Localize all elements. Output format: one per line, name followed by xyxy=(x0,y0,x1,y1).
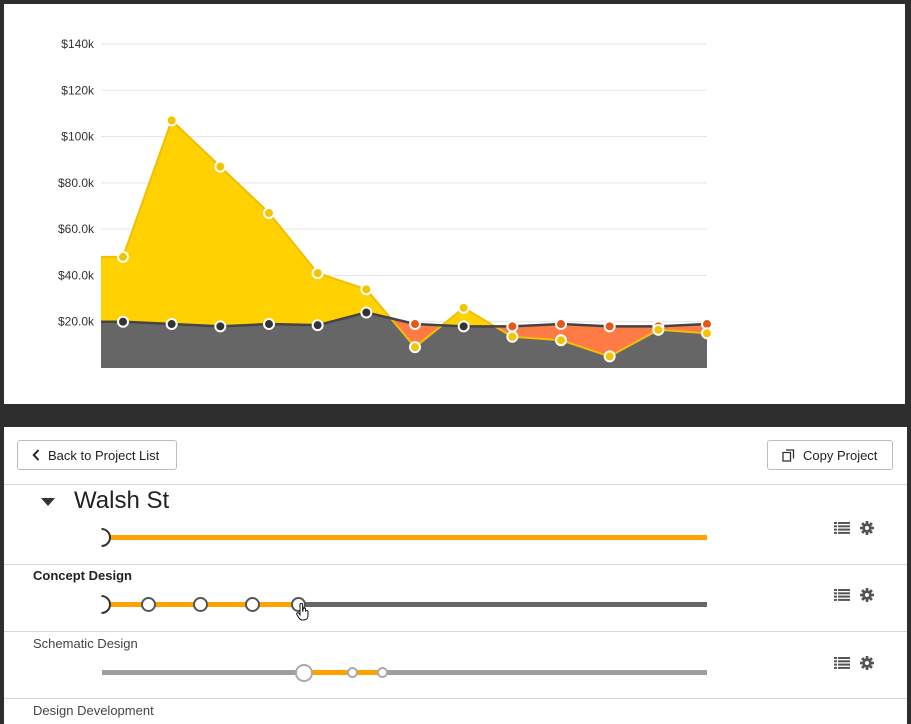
y-tick-label: $100k xyxy=(61,130,95,144)
project-progress-start-handle[interactable] xyxy=(101,528,111,547)
y-tick-label: $40.0k xyxy=(58,268,95,282)
hand-pointer-icon xyxy=(296,603,309,621)
series-1-point xyxy=(457,301,470,314)
copy-project-button[interactable]: Copy Project xyxy=(767,440,893,470)
divider xyxy=(4,698,907,699)
list-icon[interactable] xyxy=(834,589,850,601)
project-title: Walsh St xyxy=(74,487,170,514)
series-2-point xyxy=(263,318,275,331)
copy-button-label: Copy Project xyxy=(803,447,878,463)
series-1-point xyxy=(409,341,421,354)
divider xyxy=(4,631,907,632)
back-to-project-list-button[interactable]: Back to Project List xyxy=(17,440,177,470)
schematic-design-progress xyxy=(304,670,382,675)
copy-icon xyxy=(782,448,795,462)
concept-design-milestone[interactable] xyxy=(245,597,260,612)
series-2-point xyxy=(311,319,324,332)
series-2-point xyxy=(603,320,616,333)
phase-title-concept-design: Concept Design xyxy=(33,568,132,583)
series-1-point xyxy=(311,267,324,280)
series-1-point xyxy=(652,323,665,336)
list-icon[interactable] xyxy=(834,657,850,669)
chevron-left-icon xyxy=(32,449,40,461)
series-1-point xyxy=(165,114,178,127)
gear-icon[interactable] xyxy=(860,656,874,670)
schematic-design-track xyxy=(102,670,707,675)
series-1-point xyxy=(555,334,567,347)
budget-chart-panel: $20.0k $40.0k $60.0k $80.0k $100k $120k $140k xyxy=(4,4,905,404)
concept-design-start-handle[interactable] xyxy=(101,595,111,614)
divider xyxy=(4,564,907,565)
series-1-point xyxy=(117,250,129,263)
series-2-point xyxy=(409,318,421,331)
concept-design-milestone[interactable] xyxy=(193,597,208,612)
series-2-point xyxy=(555,318,567,331)
series-1-point xyxy=(214,160,227,173)
gear-icon[interactable] xyxy=(860,521,874,535)
caret-down-icon[interactable] xyxy=(41,498,55,508)
schematic-design-start-handle[interactable] xyxy=(295,664,313,682)
series-1-point xyxy=(360,283,373,296)
y-tick-label: $20.0k xyxy=(58,315,95,329)
series-2-point xyxy=(165,318,178,331)
schematic-design-milestone[interactable] xyxy=(347,667,358,678)
list-icon[interactable] xyxy=(834,522,850,534)
phase-title-schematic-design: Schematic Design xyxy=(33,636,138,651)
series-1-point xyxy=(506,330,519,343)
phase-title-design-development: Design Development xyxy=(33,703,154,718)
series-1-point xyxy=(263,206,275,219)
series-1-point xyxy=(701,327,713,340)
project-progress-track xyxy=(102,535,707,540)
back-button-label: Back to Project List xyxy=(48,447,160,463)
series-2-point xyxy=(360,306,373,319)
project-panel: Back to Project List Copy Project Walsh … xyxy=(4,427,907,724)
y-tick-label: $120k xyxy=(61,83,95,97)
series-2-point xyxy=(506,320,519,333)
divider xyxy=(4,484,907,485)
y-tick-label: $140k xyxy=(61,37,95,51)
series-2-point xyxy=(457,320,470,333)
schematic-design-milestone[interactable] xyxy=(377,667,388,678)
series-2-point xyxy=(214,320,227,333)
y-tick-label: $80.0k xyxy=(58,176,95,190)
gear-icon[interactable] xyxy=(860,588,874,602)
y-tick-label: $60.0k xyxy=(58,222,95,236)
series-2-point xyxy=(117,315,129,328)
budget-area-chart: $20.0k $40.0k $60.0k $80.0k $100k $120k $140k xyxy=(58,37,713,368)
concept-design-milestone[interactable] xyxy=(141,597,156,612)
series-1-point xyxy=(603,350,616,363)
